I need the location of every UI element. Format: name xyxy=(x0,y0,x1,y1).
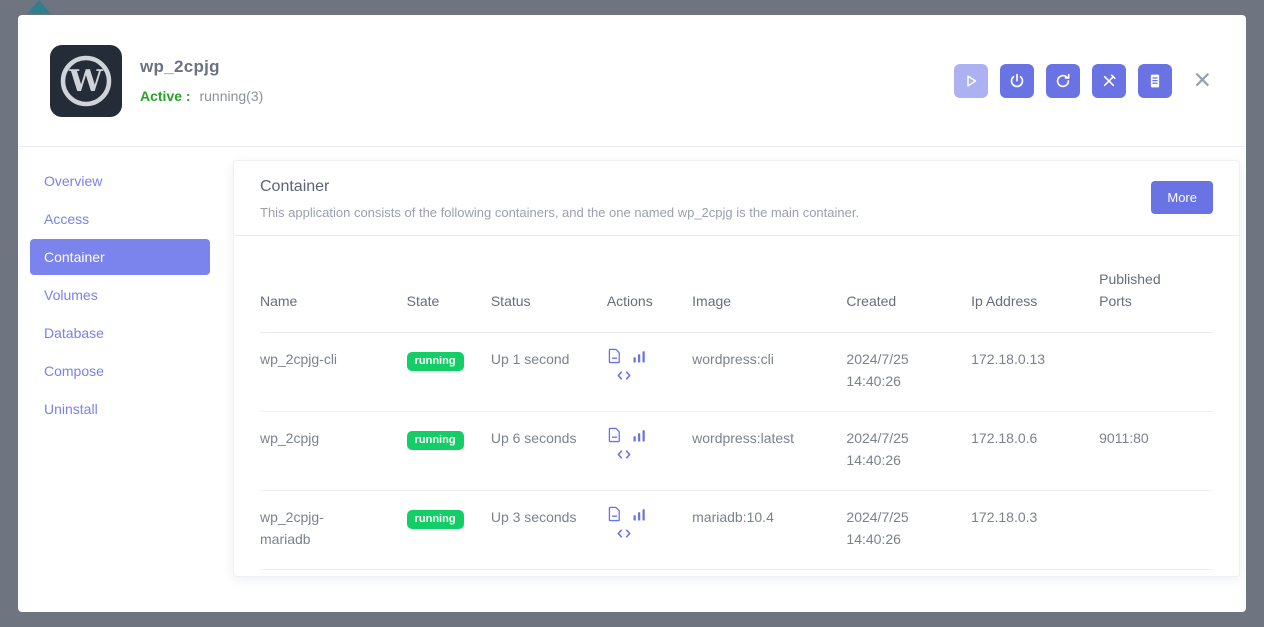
status-label: Active : xyxy=(140,88,191,104)
sidebar-item-uninstall[interactable]: Uninstall xyxy=(30,391,210,427)
file-icon xyxy=(607,506,622,522)
close-icon: ✕ xyxy=(1193,67,1212,93)
cell-status: Up 6 seconds xyxy=(491,412,607,491)
cell-actions xyxy=(607,412,692,491)
container-monitor-button[interactable] xyxy=(632,349,647,364)
container-terminal-button[interactable] xyxy=(616,448,632,461)
cell-name: wp_2cpjg xyxy=(260,412,407,491)
table-row: wp_2cpjg-cli running Up 1 second xyxy=(260,333,1213,412)
status-value: running(3) xyxy=(199,88,263,104)
column-header-status: Status xyxy=(491,236,607,333)
stop-button[interactable] xyxy=(1000,64,1034,98)
cell-image: wordpress:cli xyxy=(692,333,846,412)
containers-table: Name State Status Actions Image Created … xyxy=(260,236,1213,570)
modal-header: W wp_2cpjg Active : running(3) xyxy=(18,15,1246,147)
app-logo: W xyxy=(50,45,122,117)
cell-status: Up 1 second xyxy=(491,333,607,412)
close-button[interactable]: ✕ xyxy=(1189,69,1216,92)
cell-name: wp_2cpjg-mariadb xyxy=(260,491,407,570)
sidebar-item-container[interactable]: Container xyxy=(30,239,210,275)
terminal-icon xyxy=(616,527,632,540)
sidebar-item-compose[interactable]: Compose xyxy=(30,353,210,389)
cell-published-ports: 9011:80 xyxy=(1099,412,1213,491)
file-icon xyxy=(607,427,622,443)
wordpress-icon: W xyxy=(58,53,114,109)
cell-created: 2024/7/25 14:40:26 xyxy=(846,491,971,570)
cell-image: wordpress:latest xyxy=(692,412,846,491)
column-header-name: Name xyxy=(260,236,407,333)
sidebar-item-volumes[interactable]: Volumes xyxy=(30,277,210,313)
cell-state: running xyxy=(407,412,491,491)
sidebar: Overview Access Container Volumes Databa… xyxy=(18,147,233,611)
log-icon xyxy=(1146,72,1164,90)
panel-title: Container xyxy=(260,178,859,196)
cell-state: running xyxy=(407,491,491,570)
container-log-button[interactable] xyxy=(607,427,622,443)
sidebar-item-access[interactable]: Access xyxy=(30,201,210,237)
column-header-ports: Published Ports xyxy=(1099,236,1213,333)
panel-description: This application consists of the followi… xyxy=(260,205,859,220)
cell-status: Up 3 seconds xyxy=(491,491,607,570)
panel-logo-peek xyxy=(27,0,51,14)
app-title: wp_2cpjg xyxy=(140,57,263,77)
cell-actions xyxy=(607,333,692,412)
terminal-icon xyxy=(616,369,632,382)
cell-published-ports xyxy=(1099,333,1213,412)
cell-ip-address: 172.18.0.6 xyxy=(971,412,1099,491)
column-header-state: State xyxy=(407,236,491,333)
sidebar-item-database[interactable]: Database xyxy=(30,315,210,351)
status-badge: running xyxy=(407,431,464,450)
container-monitor-button[interactable] xyxy=(632,507,647,522)
column-header-created: Created xyxy=(846,236,971,333)
container-terminal-button[interactable] xyxy=(616,369,632,382)
cell-created: 2024/7/25 14:40:26 xyxy=(846,333,971,412)
app-status: Active : running(3) xyxy=(140,88,263,104)
container-log-button[interactable] xyxy=(607,506,622,522)
column-header-ip: Ip Address xyxy=(971,236,1099,333)
table-row: wp_2cpjg running Up 6 seconds xyxy=(260,412,1213,491)
operate-button[interactable] xyxy=(1092,64,1126,98)
cell-actions xyxy=(607,491,692,570)
cell-ip-address: 172.18.0.3 xyxy=(971,491,1099,570)
table-row: wp_2cpjg-mariadb running Up 3 seconds xyxy=(260,491,1213,570)
file-icon xyxy=(607,348,622,364)
chart-icon xyxy=(632,507,647,522)
sidebar-item-overview[interactable]: Overview xyxy=(30,163,210,199)
terminal-icon xyxy=(616,448,632,461)
play-icon xyxy=(962,72,980,90)
power-icon xyxy=(1008,72,1026,90)
container-panel: Container This application consists of t… xyxy=(233,160,1240,577)
start-button[interactable] xyxy=(954,64,988,98)
cell-ip-address: 172.18.0.13 xyxy=(971,333,1099,412)
restart-button[interactable] xyxy=(1046,64,1080,98)
cell-name: wp_2cpjg-cli xyxy=(260,333,407,412)
container-terminal-button[interactable] xyxy=(616,527,632,540)
svg-text:W: W xyxy=(68,64,104,99)
column-header-actions: Actions xyxy=(607,236,692,333)
chart-icon xyxy=(632,428,647,443)
header-actions: ✕ xyxy=(942,64,1216,98)
chart-icon xyxy=(632,349,647,364)
status-badge: running xyxy=(407,352,464,371)
more-button[interactable]: More xyxy=(1151,181,1213,214)
cell-image: mariadb:10.4 xyxy=(692,491,846,570)
app-detail-modal: W wp_2cpjg Active : running(3) xyxy=(18,15,1246,612)
column-header-image: Image xyxy=(692,236,846,333)
cell-state: running xyxy=(407,333,491,412)
restart-icon xyxy=(1054,72,1072,90)
cell-created: 2024/7/25 14:40:26 xyxy=(846,412,971,491)
cell-published-ports xyxy=(1099,491,1213,570)
status-badge: running xyxy=(407,510,464,529)
tools-icon xyxy=(1100,72,1118,90)
container-log-button[interactable] xyxy=(607,348,622,364)
container-monitor-button[interactable] xyxy=(632,428,647,443)
log-button[interactable] xyxy=(1138,64,1172,98)
